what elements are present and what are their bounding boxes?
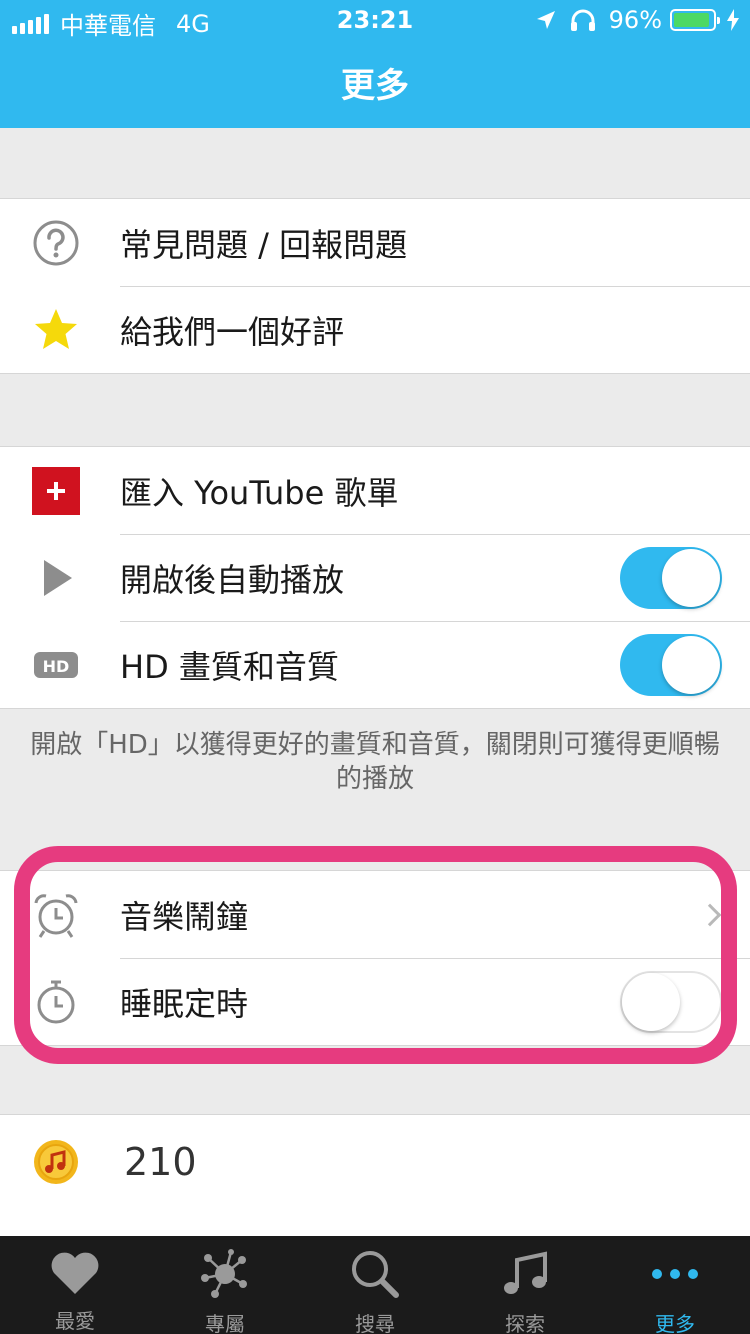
tab-more[interactable]: 更多 xyxy=(600,1236,750,1334)
status-right: 96% xyxy=(535,6,740,34)
hd-quality-label: HD 畫質和音質 xyxy=(120,647,339,686)
faq-label: 常見問題 / 回報問題 xyxy=(120,225,408,264)
status-bar: 中華電信 4G 23:21 96% xyxy=(0,0,750,40)
faq-row[interactable]: 常見問題 / 回報問題 xyxy=(0,199,750,286)
more-dots-icon xyxy=(647,1248,703,1300)
svg-text:HD: HD xyxy=(43,657,70,676)
hd-quality-row: HD HD 畫質和音質 xyxy=(0,621,750,708)
tab-label: 最愛 xyxy=(55,1309,95,1333)
rate-us-row[interactable]: 給我們一個好評 xyxy=(0,286,750,373)
coins-count: 210 xyxy=(124,1139,197,1184)
hd-footnote: 開啟「HD」以獲得更好的畫質和音質，關閉則可獲得更順暢的播放 xyxy=(30,730,720,794)
autoplay-toggle[interactable] xyxy=(620,546,722,609)
tab-label: 搜尋 xyxy=(355,1312,395,1334)
autoplay-row: 開啟後自動播放 xyxy=(0,534,750,621)
search-icon xyxy=(347,1248,403,1300)
autoplay-label: 開啟後自動播放 xyxy=(120,560,345,599)
network-icon xyxy=(197,1248,253,1300)
tab-favorites[interactable]: 最愛 xyxy=(0,1236,150,1334)
hd-quality-toggle[interactable] xyxy=(620,633,722,696)
hd-icon: HD xyxy=(32,641,80,689)
battery-percent: 96% xyxy=(608,6,662,34)
star-icon xyxy=(32,306,80,354)
tab-bar: 最愛 專屬 搜尋 探索 更多 xyxy=(0,1236,750,1334)
tab-label: 探索 xyxy=(505,1312,545,1334)
location-arrow-icon xyxy=(536,11,555,29)
import-youtube-row[interactable]: 匯入 YouTube 歌單 xyxy=(0,447,750,534)
help-section: 常見問題 / 回報問題 給我們一個好評 xyxy=(0,198,750,374)
highlight-annotation xyxy=(14,846,737,1064)
music-coin-icon xyxy=(32,1138,80,1186)
heart-icon xyxy=(47,1248,103,1297)
music-note-icon xyxy=(497,1248,553,1300)
plus-red-icon xyxy=(32,466,80,515)
top-bar: 中華電信 4G 23:21 96% 更多 xyxy=(0,0,750,128)
tab-label: 專屬 xyxy=(205,1312,245,1334)
coins-row[interactable]: 210 xyxy=(0,1115,750,1208)
tab-search[interactable]: 搜尋 xyxy=(300,1236,450,1334)
coins-section: 210 xyxy=(0,1114,750,1254)
toggle-knob xyxy=(662,548,720,607)
help-circle-icon xyxy=(32,219,80,267)
play-icon xyxy=(32,554,80,602)
toggle-knob xyxy=(662,635,720,694)
tab-explore[interactable]: 探索 xyxy=(450,1236,600,1334)
tab-label: 更多 xyxy=(655,1312,695,1334)
import-youtube-label: 匯入 YouTube 歌單 xyxy=(120,473,399,512)
charging-bolt-icon xyxy=(727,9,739,31)
headphones-icon xyxy=(570,9,595,31)
rate-us-label: 給我們一個好評 xyxy=(120,312,345,351)
tab-exclusive[interactable]: 專屬 xyxy=(150,1236,300,1334)
page-title: 更多 xyxy=(341,66,409,106)
playback-section: 匯入 YouTube 歌單 開啟後自動播放 HD HD 畫質和音質 xyxy=(0,446,750,709)
battery-icon xyxy=(670,9,720,31)
